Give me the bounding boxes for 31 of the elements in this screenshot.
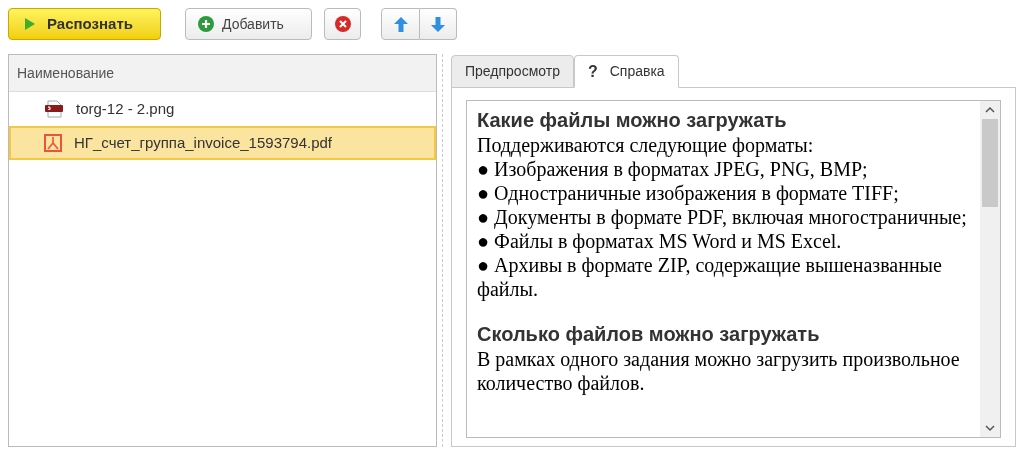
help-icon: ? — [587, 59, 598, 84]
scroll-thumb[interactable] — [982, 119, 998, 207]
recognize-button[interactable]: Распознать — [8, 8, 161, 40]
delete-button[interactable] — [324, 8, 361, 40]
arrow-down-icon — [431, 16, 445, 32]
move-down-button[interactable] — [420, 8, 457, 40]
help-text: В рамках одного задания можно загрузить произвольное количество файлов. — [477, 347, 961, 395]
help-bullet: ● Файлы в форматах MS Word и MS Excel. — [477, 229, 843, 253]
help-heading: Какие файлы можно загружать — [477, 108, 788, 133]
column-header: Наименование — [9, 55, 436, 92]
help-text: Поддерживаются следующие форматы: — [477, 133, 815, 157]
help-bullet: ● Архивы в формате ZIP, содержащие вышеназванные файлы. — [477, 253, 943, 301]
scrollbar[interactable] — [980, 101, 1000, 437]
file-name: НГ_счет_группа_invoice_1593794.pdf — [74, 132, 333, 153]
help-heading: Сколько файлов можно загружать — [477, 322, 821, 347]
arrow-up-icon — [393, 16, 408, 32]
move-up-button[interactable] — [381, 8, 420, 40]
file-row[interactable]: НГ_счет_группа_invoice_1593794.pdf — [9, 126, 436, 160]
help-bullet: ● Изображения в форматах JPEG, PNG, BMP; — [477, 157, 869, 181]
pdf-file-icon — [44, 134, 62, 152]
help-bullet: ● Одностраничные изображения в формате TIFF; — [477, 181, 900, 205]
plus-circle-icon — [198, 16, 214, 32]
tab[interactable]: Предпросмотр — [451, 55, 574, 88]
png-file-icon — [44, 100, 64, 118]
play-icon — [25, 18, 35, 30]
tab[interactable]: ? Справка — [573, 55, 679, 88]
add-button[interactable]: Добавить — [185, 8, 312, 40]
close-icon — [334, 16, 351, 32]
file-row[interactable]: torg-12 - 2.png — [9, 92, 436, 126]
help-bullet: ● Документы в формате PDF, включая многостраничные; — [477, 205, 968, 229]
file-name: torg-12 - 2.png — [76, 98, 175, 119]
